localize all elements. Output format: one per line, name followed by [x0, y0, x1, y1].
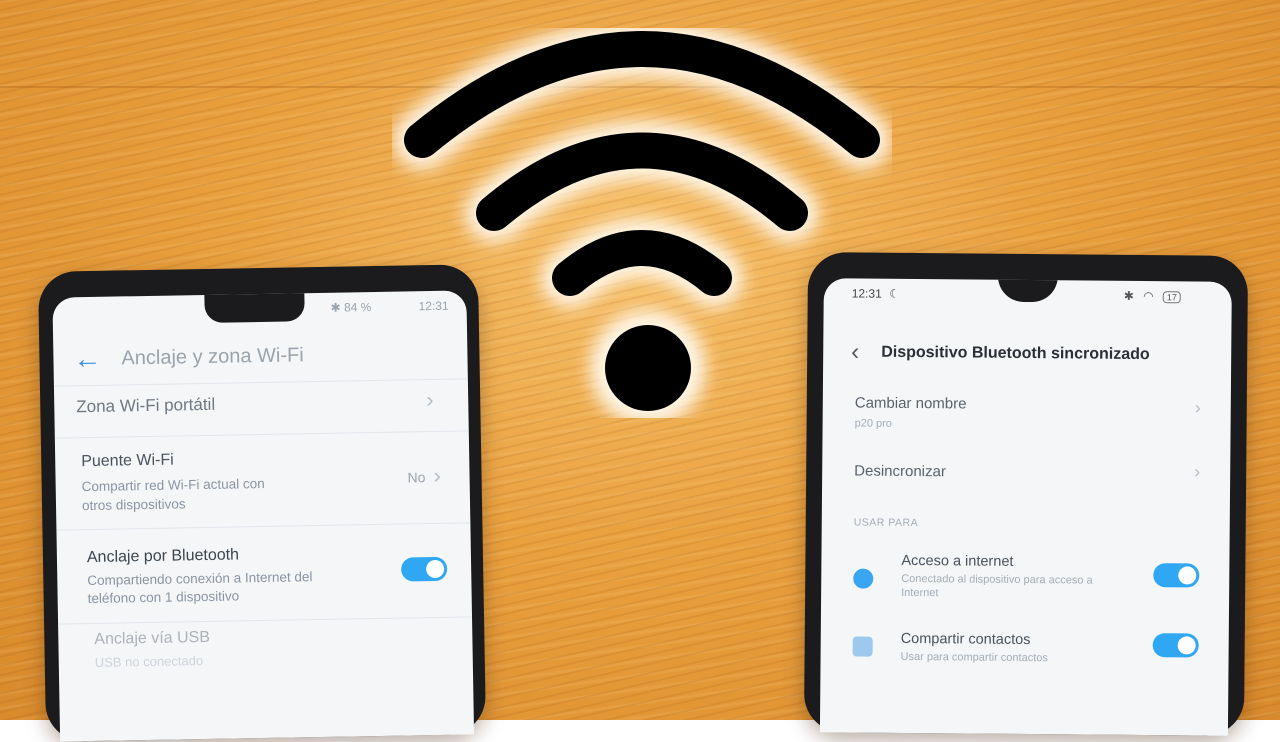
page-title: Anclaje y zona Wi-Fi — [121, 343, 304, 369]
row-subtitle: Internet — [901, 586, 939, 600]
share-contacts-toggle[interactable] — [1152, 633, 1199, 658]
list-item-desincronizar[interactable]: Desincronizar — [854, 463, 1230, 483]
list-item-zona-wifi[interactable]: Zona Wi-Fi portátil — [76, 390, 468, 417]
chevron-right-icon: › — [1194, 397, 1201, 418]
status-time: 12:31 — [851, 286, 882, 301]
chevron-right-icon: › — [433, 462, 442, 488]
back-chevron-icon[interactable]: ‹ — [851, 338, 859, 366]
bluetooth-status-icon: ✱ — [1123, 288, 1134, 303]
wifi-dot — [605, 325, 691, 411]
row-subtitle: otros dispositivos — [81, 496, 186, 514]
left-status-battery: ✱ 84 % — [330, 300, 371, 315]
right-phone-notch — [997, 278, 1058, 303]
section-header: USAR PARA — [853, 516, 919, 530]
row-title: Anclaje vía USB — [94, 628, 211, 648]
right-status-time: 12:31 ☾ — [852, 286, 900, 300]
battery-icon: 17 — [1162, 291, 1182, 304]
wifi-status-icon: ◠ — [1143, 289, 1154, 304]
row-title: Puente Wi-Fi — [81, 451, 174, 471]
left-phone-screen: ✱ 84 % 12:31 ← Anclaje y zona Wi-Fi Zona… — [52, 290, 475, 742]
divider — [54, 430, 469, 439]
right-status-icons: ✱ ◠ 17 — [1123, 288, 1182, 304]
internet-access-icon — [853, 568, 874, 589]
row-title: Zona Wi-Fi portátil — [76, 394, 216, 417]
page-title: Dispositivo Bluetooth sincronizado — [881, 343, 1150, 364]
chevron-right-icon: › — [1194, 461, 1201, 482]
toggle-knob — [1178, 566, 1197, 585]
puente-wifi-value: No — [407, 469, 426, 486]
right-phone: 12:31 ☾ ✱ ◠ 17 ‹ Dispositivo Bluetooth s… — [803, 252, 1249, 736]
divider — [58, 616, 473, 625]
battery-level: 84 % — [343, 300, 372, 315]
left-status-time: 12:31 — [418, 298, 449, 314]
bluetooth-tethering-toggle[interactable] — [400, 556, 448, 582]
chevron-right-icon: › — [426, 386, 434, 413]
moon-icon: ☾ — [889, 286, 900, 301]
left-header: ← Anclaje y zona Wi-Fi — [73, 338, 467, 374]
right-header: ‹ Dispositivo Bluetooth sincronizado — [851, 338, 1231, 369]
row-title: Desincronizar — [854, 462, 946, 481]
row-subtitle: USB no conectado — [94, 653, 204, 670]
right-phone-screen: 12:31 ☾ ✱ ◠ 17 ‹ Dispositivo Bluetooth s… — [819, 278, 1232, 736]
row-subtitle: p20 pro — [854, 417, 892, 430]
list-item-anclaje-usb[interactable]: Anclaje vía USB USB no conectado — [94, 624, 473, 670]
row-subtitle: teléfono con 1 dispositivo — [87, 588, 240, 607]
toggle-knob — [426, 559, 445, 579]
list-item-cambiar-nombre[interactable]: Cambiar nombre p20 pro — [855, 395, 1231, 433]
left-phone-notch — [204, 290, 305, 323]
left-phone: ✱ 84 % 12:31 ← Anclaje y zona Wi-Fi Zona… — [37, 264, 487, 742]
internet-access-toggle[interactable] — [1153, 563, 1200, 588]
row-title: Cambiar nombre — [854, 394, 967, 413]
contacts-icon — [852, 636, 873, 657]
toggle-knob — [1177, 636, 1196, 655]
divider — [56, 522, 471, 531]
back-arrow-icon[interactable]: ← — [73, 343, 102, 374]
bluetooth-status-icon: ✱ — [330, 300, 341, 315]
divider — [53, 378, 468, 387]
